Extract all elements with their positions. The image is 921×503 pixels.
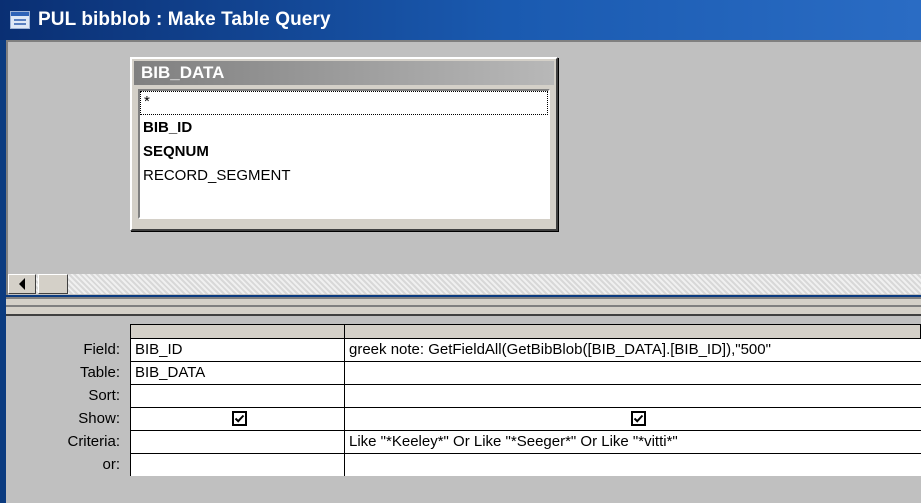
sort-cell-1[interactable]: [130, 384, 345, 407]
pane-splitter[interactable]: [6, 297, 921, 316]
show-cell-1[interactable]: [130, 407, 345, 430]
scroll-left-arrow-icon: [19, 278, 25, 290]
show-checkbox-2[interactable]: [631, 411, 646, 426]
table-cell-1[interactable]: BIB_DATA: [130, 361, 345, 384]
table-pane[interactable]: BIB_DATA * BIB_ID SEQNUM RECORD_SEGMENT: [6, 40, 921, 295]
table-field-list-window[interactable]: BIB_DATA * BIB_ID SEQNUM RECORD_SEGMENT: [130, 57, 558, 231]
row-label-or: or:: [102, 456, 120, 473]
or-cell-2[interactable]: [344, 453, 921, 476]
splitter-line: [6, 305, 921, 307]
scroll-left-button[interactable]: [8, 274, 36, 294]
design-grid-pane[interactable]: Field: BIB_ID greek note: GetFieldAll(Ge…: [6, 316, 921, 503]
scroll-thumb[interactable]: [38, 274, 68, 294]
row-label-sort: Sort:: [88, 387, 120, 404]
horizontal-scrollbar[interactable]: [8, 274, 921, 294]
grid-row-show: Show:: [6, 407, 921, 430]
field-list-item-record-segment[interactable]: RECORD_SEGMENT: [140, 164, 548, 188]
title-bar[interactable]: PUL bibblob : Make Table Query: [0, 0, 921, 40]
field-cell-1[interactable]: BIB_ID: [130, 338, 345, 361]
table-name-header[interactable]: BIB_DATA: [134, 61, 554, 85]
row-label-criteria: Criteria:: [67, 433, 120, 450]
criteria-cell-2[interactable]: Like "*Keeley*" Or Like "*Seeger*" Or Li…: [344, 430, 921, 453]
grid-row-table: Table: BIB_DATA: [6, 361, 921, 384]
field-list-item-all[interactable]: *: [140, 91, 548, 115]
row-label-table: Table:: [79, 364, 120, 381]
or-cell-1[interactable]: [130, 453, 345, 476]
query-window-icon[interactable]: [10, 11, 30, 29]
window-title: PUL bibblob : Make Table Query: [38, 9, 331, 30]
field-list-item-seqnum[interactable]: SEQNUM: [140, 140, 548, 164]
row-label-field: Field:: [83, 341, 120, 358]
grid-row-field: Field: BIB_ID greek note: GetFieldAll(Ge…: [6, 338, 921, 361]
field-list-item-bib-id[interactable]: BIB_ID: [140, 116, 548, 140]
checkbox-checked-icon: [234, 414, 245, 423]
show-checkbox-1[interactable]: [232, 411, 247, 426]
table-cell-2[interactable]: [344, 361, 921, 384]
criteria-cell-1[interactable]: [130, 430, 345, 453]
sort-cell-2[interactable]: [344, 384, 921, 407]
column-selector-2[interactable]: [344, 324, 921, 338]
checkbox-checked-icon: [633, 414, 644, 423]
grid-row-criteria: Criteria: Like "*Keeley*" Or Like "*Seeg…: [6, 430, 921, 453]
grid-row-or: or:: [6, 453, 921, 476]
show-cell-2[interactable]: [344, 407, 921, 430]
row-label-show: Show:: [78, 410, 120, 427]
grid-row-sort: Sort:: [6, 384, 921, 407]
field-list[interactable]: * BIB_ID SEQNUM RECORD_SEGMENT: [138, 89, 550, 219]
column-selector-1[interactable]: [130, 324, 345, 338]
field-cell-2[interactable]: greek note: GetFieldAll(GetBibBlob([BIB_…: [344, 338, 921, 361]
